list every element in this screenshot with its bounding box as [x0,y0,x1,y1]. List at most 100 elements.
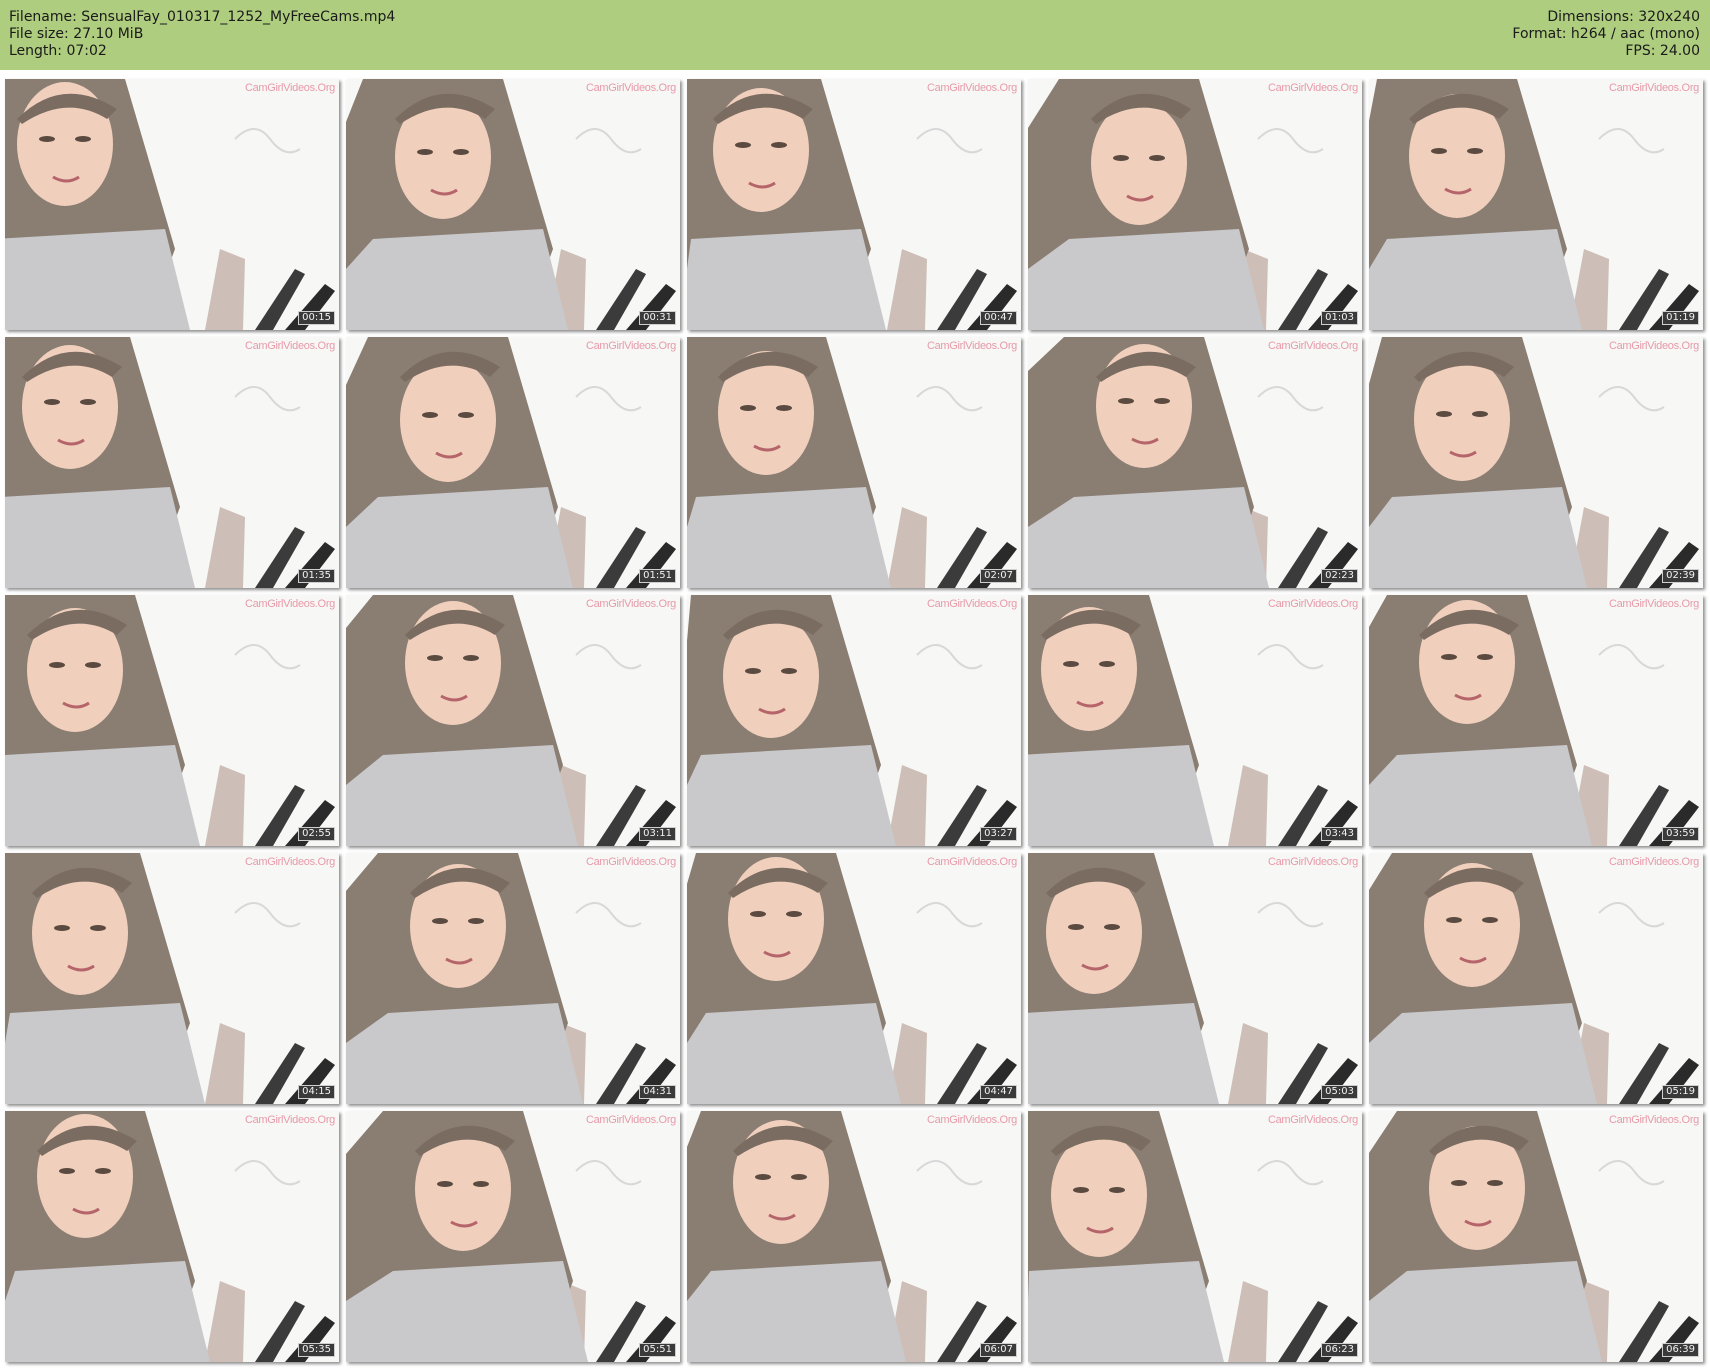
frame-image [5,337,339,588]
video-frame-thumbnail[interactable]: CamGirlVideos.Org 06:23 [1028,1111,1362,1362]
video-frame-thumbnail[interactable]: CamGirlVideos.Org 02:39 [1369,337,1703,588]
frame-image [346,337,680,588]
frame-image [346,79,680,330]
frame-image [1028,853,1362,1104]
format-text: Format: h264 / aac (mono) [1512,26,1700,42]
video-frame-thumbnail[interactable]: CamGirlVideos.Org 05:51 [346,1111,680,1362]
frame-image [1028,595,1362,846]
timestamp-label: 06:07 [980,1343,1017,1357]
frame-image [346,853,680,1104]
video-frame-thumbnail[interactable]: CamGirlVideos.Org 02:23 [1028,337,1362,588]
video-frame-thumbnail[interactable]: CamGirlVideos.Org 01:03 [1028,79,1362,330]
video-frame-thumbnail[interactable]: CamGirlVideos.Org 03:59 [1369,595,1703,846]
frame-image [1369,595,1703,846]
filename-text: Filename: SensualFay_010317_1252_MyFreeC… [9,9,396,25]
timestamp-label: 05:51 [639,1343,676,1357]
video-frame-thumbnail[interactable]: CamGirlVideos.Org 00:47 [687,79,1021,330]
timestamp-label: 02:07 [980,569,1017,583]
frame-image [1028,1111,1362,1362]
timestamp-label: 03:43 [1321,827,1358,841]
frame-image [687,595,1021,846]
timestamp-label: 06:23 [1321,1343,1358,1357]
dimensions-text: Dimensions: 320x240 [1547,9,1700,25]
frame-image [5,79,339,330]
watermark-text: CamGirlVideos.Org [926,1114,1017,1126]
frame-image [5,595,339,846]
video-frame-thumbnail[interactable]: CamGirlVideos.Org 06:39 [1369,1111,1703,1362]
info-header: Filename: SensualFay_010317_1252_MyFreeC… [0,0,1710,70]
video-frame-thumbnail[interactable]: CamGirlVideos.Org 02:07 [687,337,1021,588]
timestamp-label: 05:19 [1662,1085,1699,1099]
watermark-text: CamGirlVideos.Org [585,340,676,352]
timestamp-label: 04:15 [298,1085,335,1099]
frame-image [1369,79,1703,330]
video-frame-thumbnail[interactable]: CamGirlVideos.Org 06:07 [687,1111,1021,1362]
watermark-text: CamGirlVideos.Org [1608,340,1699,352]
timestamp-label: 02:55 [298,827,335,841]
timestamp-label: 01:35 [298,569,335,583]
frame-image [346,595,680,846]
file-info-left: Filename: SensualFay_010317_1252_MyFreeC… [9,9,395,60]
timestamp-label: 05:03 [1321,1085,1358,1099]
frame-image [1028,337,1362,588]
watermark-text: CamGirlVideos.Org [244,1114,335,1126]
video-frame-thumbnail[interactable]: CamGirlVideos.Org 05:03 [1028,853,1362,1104]
frame-image [1369,337,1703,588]
timestamp-label: 00:15 [298,311,335,325]
timestamp-label: 01:51 [639,569,676,583]
video-frame-thumbnail[interactable]: CamGirlVideos.Org 00:15 [5,79,339,330]
watermark-text: CamGirlVideos.Org [585,598,676,610]
frame-image [687,79,1021,330]
timestamp-label: 00:47 [980,311,1017,325]
frame-image [1369,1111,1703,1362]
thumbnail-grid: CamGirlVideos.Org 00:15 CamGirlVideos.Org 0… [5,79,1710,1370]
timestamp-label: 03:59 [1662,827,1699,841]
video-frame-thumbnail[interactable]: CamGirlVideos.Org 03:11 [346,595,680,846]
watermark-text: CamGirlVideos.Org [244,340,335,352]
frame-image [1369,853,1703,1104]
fps-text: FPS: 24.00 [1625,43,1700,59]
timestamp-label: 01:19 [1662,311,1699,325]
video-frame-thumbnail[interactable]: CamGirlVideos.Org 03:27 [687,595,1021,846]
watermark-text: CamGirlVideos.Org [1267,1114,1358,1126]
watermark-text: CamGirlVideos.Org [244,856,335,868]
length-text: Length: 07:02 [9,43,107,59]
filesize-text: File size: 27.10 MiB [9,26,144,42]
timestamp-label: 00:31 [639,311,676,325]
video-frame-thumbnail[interactable]: CamGirlVideos.Org 02:55 [5,595,339,846]
video-frame-thumbnail[interactable]: CamGirlVideos.Org 03:43 [1028,595,1362,846]
watermark-text: CamGirlVideos.Org [926,340,1017,352]
timestamp-label: 06:39 [1662,1343,1699,1357]
timestamp-label: 04:47 [980,1085,1017,1099]
watermark-text: CamGirlVideos.Org [1608,856,1699,868]
timestamp-label: 02:39 [1662,569,1699,583]
video-frame-thumbnail[interactable]: CamGirlVideos.Org 05:19 [1369,853,1703,1104]
video-frame-thumbnail[interactable]: CamGirlVideos.Org 01:51 [346,337,680,588]
file-info-right: Dimensions: 320x240 Format: h264 / aac (… [1512,9,1700,60]
frame-image [687,1111,1021,1362]
watermark-text: CamGirlVideos.Org [244,82,335,94]
watermark-text: CamGirlVideos.Org [244,598,335,610]
video-frame-thumbnail[interactable]: CamGirlVideos.Org 01:19 [1369,79,1703,330]
video-frame-thumbnail[interactable]: CamGirlVideos.Org 04:15 [5,853,339,1104]
video-frame-thumbnail[interactable]: CamGirlVideos.Org 00:31 [346,79,680,330]
timestamp-label: 03:11 [639,827,676,841]
watermark-text: CamGirlVideos.Org [585,1114,676,1126]
watermark-text: CamGirlVideos.Org [1267,340,1358,352]
watermark-text: CamGirlVideos.Org [1608,82,1699,94]
timestamp-label: 04:31 [639,1085,676,1099]
frame-image [5,1111,339,1362]
timestamp-label: 05:35 [298,1343,335,1357]
video-frame-thumbnail[interactable]: CamGirlVideos.Org 04:47 [687,853,1021,1104]
video-frame-thumbnail[interactable]: CamGirlVideos.Org 05:35 [5,1111,339,1362]
watermark-text: CamGirlVideos.Org [926,598,1017,610]
watermark-text: CamGirlVideos.Org [585,82,676,94]
video-frame-thumbnail[interactable]: CamGirlVideos.Org 04:31 [346,853,680,1104]
watermark-text: CamGirlVideos.Org [1608,1114,1699,1126]
watermark-text: CamGirlVideos.Org [926,856,1017,868]
timestamp-label: 01:03 [1321,311,1358,325]
frame-image [1028,79,1362,330]
video-frame-thumbnail[interactable]: CamGirlVideos.Org 01:35 [5,337,339,588]
watermark-text: CamGirlVideos.Org [1267,598,1358,610]
watermark-text: CamGirlVideos.Org [1608,598,1699,610]
